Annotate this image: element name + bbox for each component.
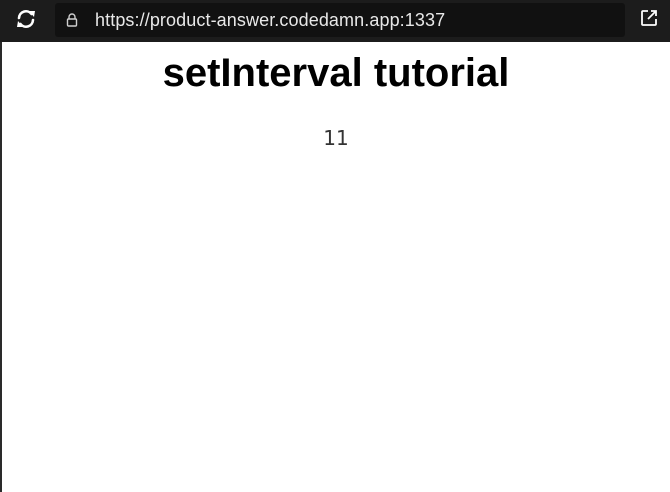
browser-toolbar: https://product-answer.codedamn.app:1337 [0, 0, 670, 42]
url-text[interactable]: https://product-answer.codedamn.app:1337 [95, 10, 445, 31]
reload-icon [15, 9, 37, 34]
reload-button[interactable] [0, 0, 52, 42]
address-bar[interactable]: https://product-answer.codedamn.app:1337 [55, 3, 625, 37]
page-title: setInterval tutorial [162, 51, 510, 95]
open-external-button[interactable] [638, 9, 660, 31]
external-link-icon [640, 9, 658, 32]
lock-icon [66, 13, 78, 27]
page-content: setInterval tutorial 11 [2, 42, 670, 492]
counter-value: 11 [323, 126, 349, 150]
